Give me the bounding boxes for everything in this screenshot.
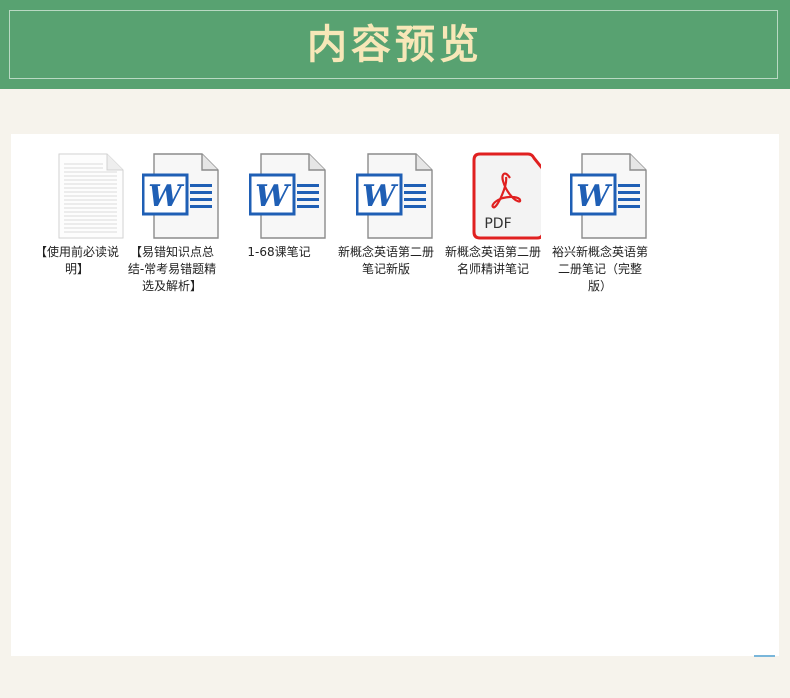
svg-text:W: W xyxy=(362,179,399,214)
pdf-document-icon: PDF xyxy=(463,152,545,240)
preview-header: 内容预览 xyxy=(0,0,790,89)
file-name: 新概念英语第二册笔记新版 xyxy=(337,245,434,276)
file-name: 新概念英语第二册名师精讲笔记 xyxy=(444,245,541,276)
svg-text:PDF: PDF xyxy=(484,216,511,232)
text-document-icon xyxy=(47,152,125,240)
svg-text:W: W xyxy=(255,179,292,214)
word-document-icon: W xyxy=(141,152,220,240)
word-document-icon: W xyxy=(569,152,648,240)
file-preview-panel: 【使用前必读说明】 W 【易错知识点总结-常考易错题精选及解析】 W 1-68课… xyxy=(11,134,779,656)
word-document-icon: W xyxy=(355,152,434,240)
file-name: 1-68课笔记 xyxy=(247,245,311,259)
word-document-icon: W xyxy=(248,152,327,240)
file-name: 【易错知识点总结-常考易错题精选及解析】 xyxy=(127,245,217,293)
svg-text:W: W xyxy=(148,179,185,214)
file-name: 裕兴新概念英语第二册笔记（完整版） xyxy=(551,245,648,293)
svg-text:W: W xyxy=(576,179,613,214)
scroll-indicator[interactable] xyxy=(754,655,775,657)
file-name: 【使用前必读说明】 xyxy=(34,245,119,276)
page-title: 内容预览 xyxy=(307,21,483,68)
